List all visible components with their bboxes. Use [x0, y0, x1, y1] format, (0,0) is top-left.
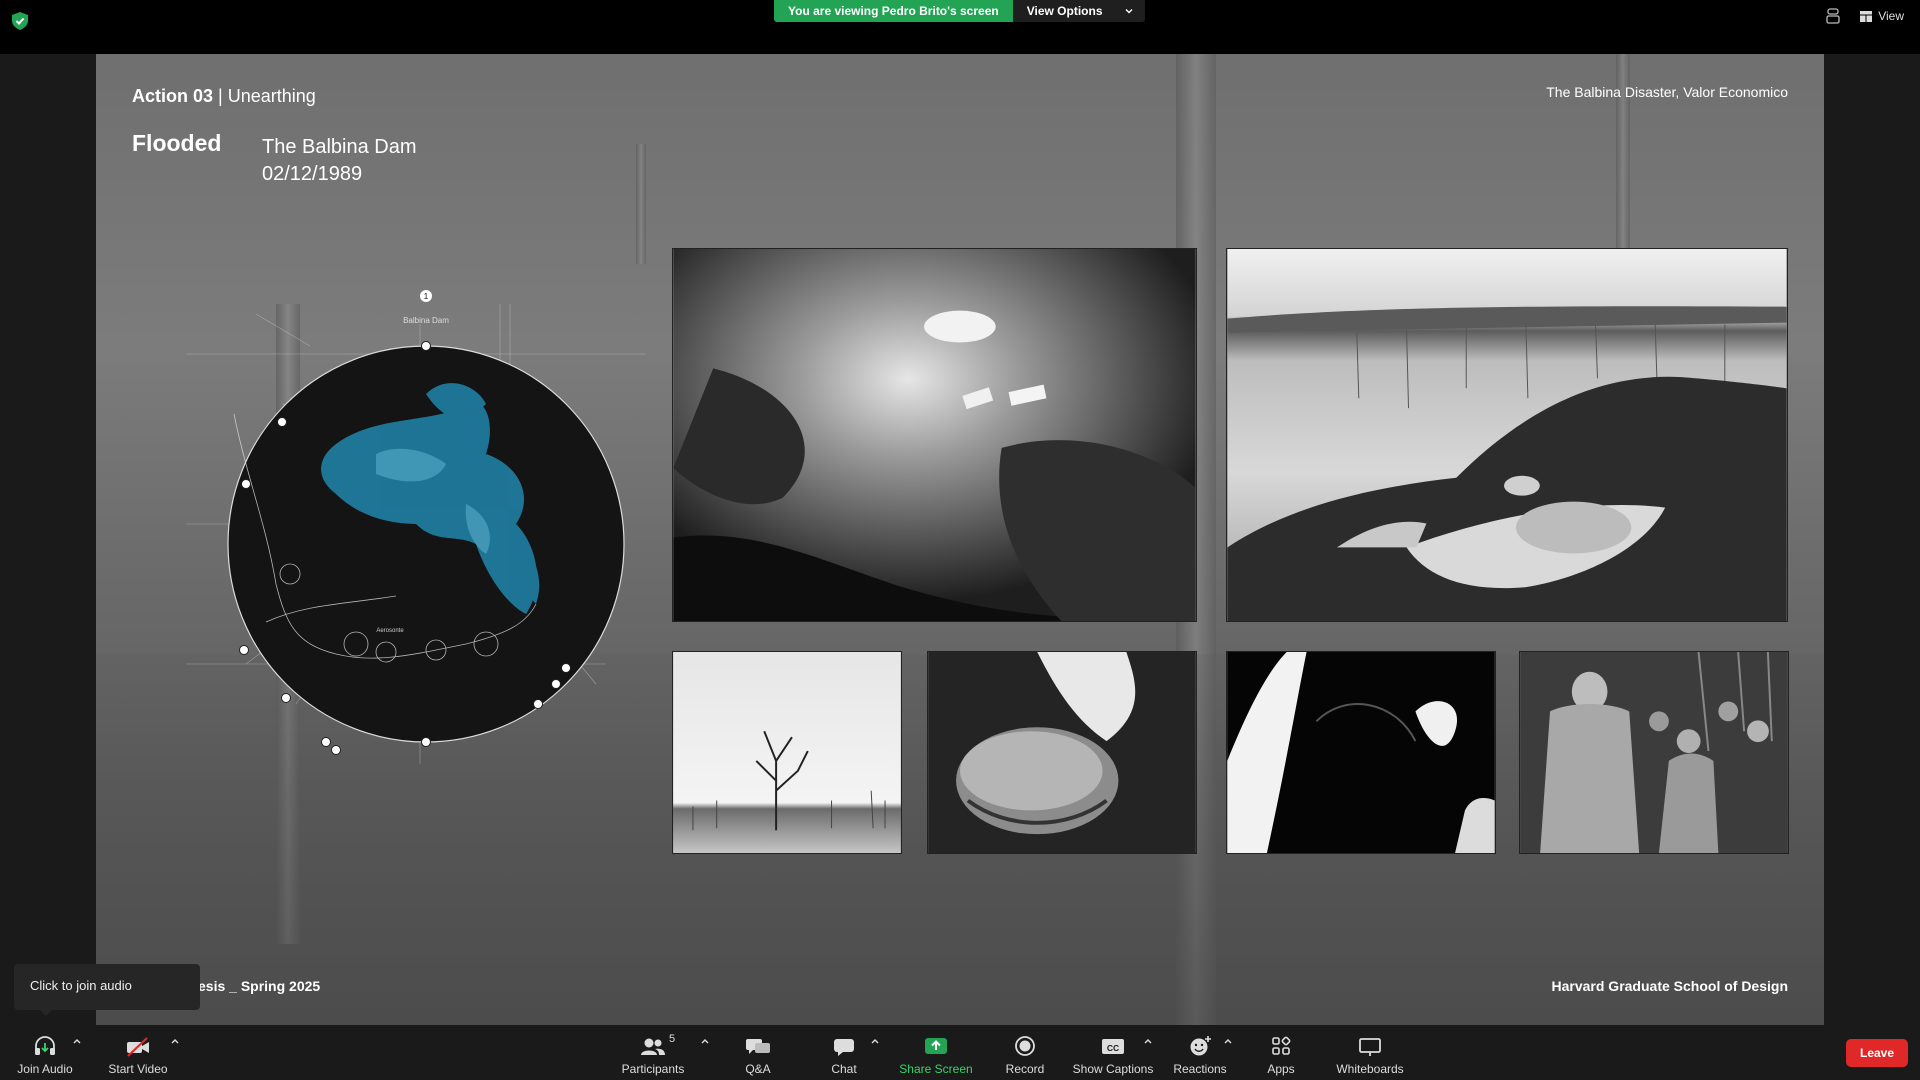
immersive-view-icon[interactable] [1826, 8, 1840, 24]
share-screen-label: Share Screen [899, 1062, 973, 1076]
chat-button[interactable]: Chat [824, 1030, 864, 1076]
photo-flooded-landscape-huts [1226, 248, 1788, 622]
view-options-button[interactable]: View Options [1012, 0, 1145, 22]
participants-label: Participants [621, 1062, 685, 1076]
chat-label: Chat [831, 1062, 857, 1076]
left-gutter [0, 54, 96, 1024]
whiteboards-label: Whiteboards [1336, 1062, 1404, 1076]
participants-count: 5 [669, 1033, 676, 1045]
captions-icon-text: CC [1107, 1043, 1119, 1053]
reactions-caret-icon[interactable] [1223, 1037, 1233, 1045]
captions-caret-icon[interactable] [1143, 1037, 1153, 1045]
qa-button[interactable]: Q&A [738, 1030, 778, 1076]
show-captions-label: Show Captions [1072, 1062, 1154, 1076]
top-right-controls: View [1826, 8, 1920, 24]
slide-dam-title: The Balbina Dam 02/12/1989 [262, 134, 417, 188]
shared-screen-slide: Action 03 | Unearthing Flooded The Balbi… [96, 54, 1824, 1025]
video-off-icon [127, 1037, 149, 1057]
video-options-caret-icon[interactable] [170, 1037, 180, 1045]
qa-label: Q&A [745, 1062, 771, 1076]
chevron-down-icon [1125, 9, 1132, 14]
map-center-label: Aerosonte [376, 628, 404, 634]
grid-view-icon [1860, 10, 1873, 22]
participants-button[interactable]: Participants [620, 1030, 686, 1076]
headphones-icon [35, 1036, 55, 1055]
audio-options-caret-icon[interactable] [72, 1037, 82, 1045]
meeting-toolbar: Join Audio Start Video Participants 5 Q&… [0, 1025, 1920, 1080]
apps-label: Apps [1267, 1062, 1295, 1076]
whiteboard-icon [1359, 1038, 1381, 1056]
view-label: View [1878, 9, 1904, 23]
chat-icon [834, 1039, 854, 1056]
photo-dead-trees-water [672, 651, 902, 854]
zoom-meeting-window: You are viewing Pedro Brito's screen Vie… [0, 0, 1920, 1080]
start-video-button[interactable]: Start Video [106, 1030, 170, 1076]
right-gutter [1824, 54, 1920, 1024]
slide-action-heading: Action 03 | Unearthing [132, 86, 316, 107]
view-button[interactable]: View [1860, 9, 1904, 23]
photo-group-people [1519, 651, 1789, 854]
show-captions-button[interactable]: CC Show Captions [1072, 1030, 1154, 1076]
apps-button[interactable]: Apps [1264, 1030, 1298, 1076]
dam-date: 02/12/1989 [262, 163, 363, 185]
start-video-label: Start Video [108, 1062, 168, 1076]
map-marker-label: Balbina Dam [403, 316, 449, 325]
participants-caret-icon[interactable] [700, 1037, 710, 1045]
apps-icon [1272, 1036, 1291, 1055]
join-audio-tooltip: Click to join audio [14, 964, 200, 1016]
chat-caret-icon[interactable] [870, 1037, 880, 1045]
record-icon [1015, 1036, 1035, 1056]
screen-share-banner: You are viewing Pedro Brito's screen Vie… [774, 0, 1145, 22]
top-bar: You are viewing Pedro Brito's screen Vie… [0, 0, 1920, 54]
slide-flooded-title: Flooded [132, 130, 222, 156]
reactions-label: Reactions [1173, 1062, 1227, 1076]
reactions-button[interactable]: Reactions [1172, 1030, 1228, 1076]
action-subtitle: | Unearthing [213, 86, 316, 106]
slide-source-credit: The Balbina Disaster, Valor Economico [1546, 84, 1788, 100]
join-audio-label: Join Audio [17, 1062, 73, 1076]
share-screen-button[interactable]: Share Screen [898, 1030, 974, 1076]
captions-icon: CC [1102, 1039, 1124, 1054]
record-button[interactable]: Record [1004, 1030, 1046, 1076]
map-marker-number: 1 [424, 292, 429, 301]
action-number: Action 03 [132, 86, 214, 106]
share-screen-icon [925, 1038, 947, 1054]
slide-thesis-footer: esis _ Spring 2025 [198, 978, 321, 994]
leave-button[interactable]: Leave [1846, 1039, 1908, 1067]
slide-school-footer: Harvard Graduate School of Design [1551, 978, 1789, 994]
view-options-label: View Options [1026, 4, 1103, 18]
reactions-icon [1190, 1036, 1211, 1056]
photo-burning-hut [1226, 651, 1496, 854]
join-audio-button[interactable]: Join Audio [14, 1030, 76, 1076]
qa-icon [746, 1039, 770, 1054]
whiteboards-button[interactable]: Whiteboards [1334, 1030, 1406, 1076]
shield-check-icon[interactable] [12, 12, 28, 30]
photo-aerial-village [672, 248, 1197, 622]
record-label: Record [1005, 1062, 1045, 1076]
participants-icon [641, 1038, 665, 1055]
viewing-screen-label: You are viewing Pedro Brito's screen [774, 0, 1013, 22]
balbina-dam-map: 1 Balbina Dam Aerosonte [186, 290, 646, 764]
photo-round-thatched-roof [927, 651, 1197, 854]
dam-name: The Balbina Dam [262, 136, 417, 158]
